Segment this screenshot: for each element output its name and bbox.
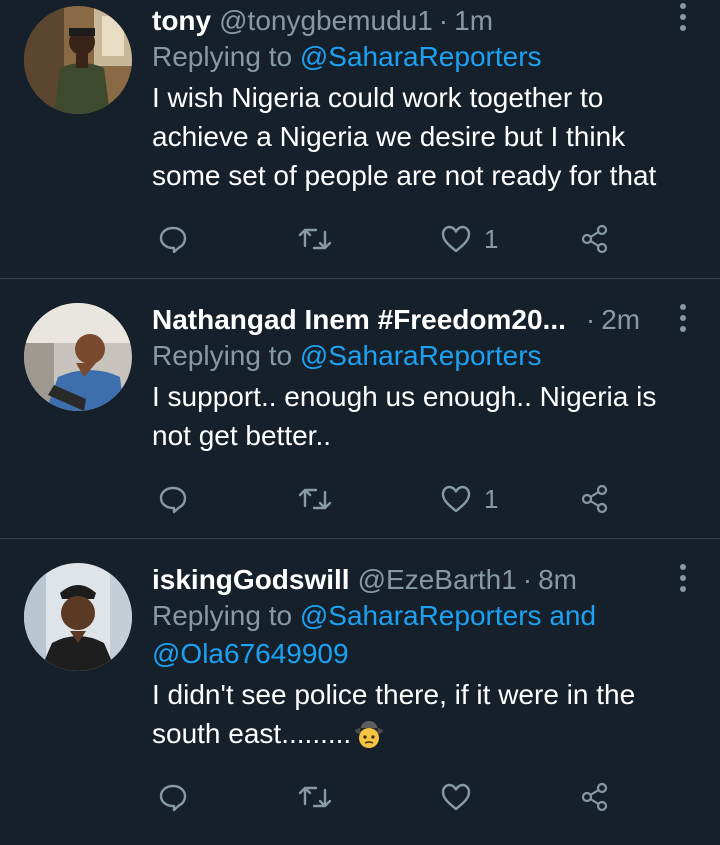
- display-name[interactable]: Nathangad Inem #Freedom20...: [152, 303, 566, 337]
- tweet-text-line: I support.. enough us enough.. Nigeria i…: [152, 381, 657, 412]
- tweet[interactable]: iskingGodswill @EzeBarth1 · 8m Replying …: [0, 539, 720, 836]
- separator-dot: ·: [585, 304, 596, 335]
- tweet-text-line: not get better..: [152, 420, 332, 451]
- action-bar: 1: [152, 219, 622, 259]
- like-icon: [441, 485, 471, 513]
- reply-icon: [159, 784, 187, 812]
- replying-to: Replying to @SaharaReporters: [152, 337, 696, 375]
- like-button[interactable]: 1: [440, 219, 498, 259]
- retweet-button[interactable]: [298, 479, 332, 519]
- reply-mention[interactable]: @SaharaReporters: [300, 340, 542, 371]
- reply-and[interactable]: and: [549, 600, 596, 631]
- like-icon: [441, 225, 471, 253]
- detective-emoji-icon: [353, 719, 385, 749]
- user-handle[interactable]: @EzeBarth1: [358, 563, 517, 597]
- tweet-header: iskingGodswill @EzeBarth1 · 8m: [152, 563, 696, 597]
- action-bar: 1: [152, 479, 622, 519]
- like-count: 1: [484, 483, 499, 514]
- retweet-icon: [298, 228, 332, 250]
- reply-button[interactable]: [158, 479, 188, 519]
- tweet-text-line: some set of people are not ready for tha…: [152, 160, 657, 191]
- avatar[interactable]: [24, 563, 132, 671]
- avatar[interactable]: [24, 6, 132, 114]
- replying-to: Replying to @SaharaReporters: [152, 38, 696, 76]
- share-icon: [581, 782, 608, 812]
- share-button[interactable]: [580, 219, 610, 259]
- tweet-text-line: I didn't see police there, if it were in…: [152, 679, 636, 710]
- tweet-text-line: achieve a Nigeria we desire but I think: [152, 121, 626, 152]
- tweet-text: I support.. enough us enough.. Nigeria i…: [152, 377, 696, 455]
- tweet-text-line: south east.........: [152, 718, 352, 749]
- reply-icon: [159, 226, 187, 254]
- tweet-text: I wish Nigeria could work together to ac…: [152, 78, 696, 195]
- action-bar: [152, 777, 622, 817]
- more-options-icon[interactable]: [676, 303, 690, 333]
- like-button[interactable]: 1: [440, 479, 498, 519]
- retweet-button[interactable]: [298, 777, 332, 817]
- share-button[interactable]: [580, 777, 610, 817]
- timestamp[interactable]: 2m: [601, 303, 640, 337]
- like-icon: [441, 783, 471, 811]
- tweet-feed: tony @tonygbemudu1 · 1m Replying to @Sah…: [0, 0, 720, 836]
- retweet-button[interactable]: [298, 219, 332, 259]
- retweet-icon: [298, 488, 332, 510]
- tweet-text-line-with-emoji: south east.........: [152, 714, 696, 753]
- reply-prefix: Replying to: [152, 340, 293, 371]
- tweet-text-line: I wish Nigeria could work together to: [152, 82, 604, 113]
- like-button[interactable]: [440, 777, 484, 817]
- tweet[interactable]: tony @tonygbemudu1 · 1m Replying to @Sah…: [0, 0, 720, 279]
- reply-prefix: Replying to: [152, 600, 293, 631]
- like-count: 1: [484, 223, 499, 254]
- reply-mention[interactable]: @SaharaReporters: [300, 41, 542, 72]
- tweet-header: tony @tonygbemudu1 · 1m: [152, 4, 696, 38]
- share-icon: [581, 224, 608, 254]
- reply-mention[interactable]: @SaharaReporters: [300, 600, 542, 631]
- replying-to: Replying to @SaharaReporters and @Ola676…: [152, 597, 696, 673]
- reply-mention-2[interactable]: @Ola67649909: [152, 635, 696, 673]
- share-icon: [581, 484, 608, 514]
- share-button[interactable]: [580, 479, 610, 519]
- retweet-icon: [298, 786, 332, 808]
- separator-dot: ·: [438, 5, 449, 36]
- avatar[interactable]: [24, 303, 132, 411]
- display-name[interactable]: iskingGodswill: [152, 563, 350, 597]
- timestamp[interactable]: 8m: [538, 563, 577, 597]
- timestamp[interactable]: 1m: [454, 4, 493, 38]
- tweet-header: Nathangad Inem #Freedom20... · 2m: [152, 303, 696, 337]
- reply-prefix: Replying to: [152, 41, 293, 72]
- tweet-text: I didn't see police there, if it were in…: [152, 675, 696, 753]
- more-options-icon[interactable]: [676, 563, 690, 593]
- user-handle[interactable]: @tonygbemudu1: [219, 4, 433, 38]
- reply-button[interactable]: [158, 219, 188, 259]
- reply-button[interactable]: [158, 777, 188, 817]
- reply-icon: [159, 486, 187, 514]
- tweet[interactable]: Nathangad Inem #Freedom20... · 2m Replyi…: [0, 279, 720, 539]
- more-options-icon[interactable]: [676, 2, 690, 32]
- separator-dot: ·: [522, 564, 533, 595]
- display-name[interactable]: tony: [152, 4, 211, 38]
